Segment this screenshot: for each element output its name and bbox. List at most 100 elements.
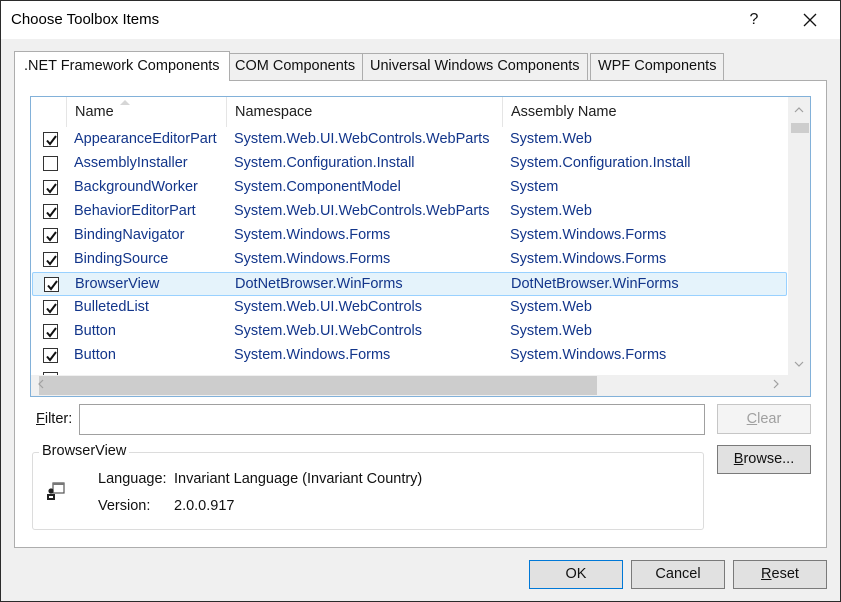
reset-button[interactable]: Reset [733,560,827,589]
chevron-up-icon [794,107,804,113]
dialog-title: Choose Toolbox Items [11,11,160,28]
item-namespace: System.Web.UI.WebControls [234,299,423,315]
list-item[interactable]: AssemblyInstaller System.Configuration.In… [31,152,788,176]
chevron-left-icon [38,379,44,389]
vertical-scroll-thumb[interactable] [791,123,809,133]
list-item[interactable]: BrowserView DotNetBrowser.WinForms DotNetB… [32,272,787,296]
scroll-up-button[interactable] [788,99,810,121]
checkmark-icon [46,327,57,338]
item-assembly: System.Web [510,203,592,219]
choose-toolbox-items-dialog: Choose Toolbox Items ? .NET Framework Co… [0,0,841,602]
checkmark-icon [46,255,57,266]
filter-input[interactable] [79,404,705,435]
list-header: Name Namespace Assembly Name [31,97,788,127]
component-icon [47,482,65,500]
item-assembly: System.Web [510,131,592,147]
item-assembly: System.Windows.Forms [510,227,667,243]
cancel-button[interactable]: Cancel [631,560,725,589]
list-item[interactable]: AppearanceEditorPart System.Web.UI.WebCon… [31,128,788,152]
scroll-right-button[interactable] [766,375,786,396]
item-name: BackgroundWorker [74,179,198,195]
item-name: BulletedList [74,299,149,315]
checkmark-icon [46,231,57,242]
item-namespace: System.Web.UI.WebControls [234,323,423,339]
tab-wpf-components[interactable]: WPF Components [590,53,725,80]
item-assembly: System.Windows.Forms [510,251,667,267]
item-checkbox[interactable] [43,300,58,315]
item-namespace: System.Web.UI.WebControls.WebParts [234,131,490,147]
item-assembly: System.Windows.Forms [510,347,667,363]
title-bar: Choose Toolbox Items ? [1,1,840,39]
tab-universal-windows-components[interactable]: Universal Windows Components [362,53,588,80]
item-checkbox[interactable] [43,180,58,195]
header-checkbox-column [31,97,67,127]
close-icon [803,13,817,27]
item-checkbox[interactable] [43,204,58,219]
clear-button[interactable]: Clear [717,404,811,434]
tab-net-framework-components[interactable]: .NET Framework Components [14,51,230,81]
item-name: BehaviorEditorPart [74,203,196,219]
language-value: Invariant Language (Invariant Country) [174,471,423,487]
list-item[interactable]: Button System.Web.UI.WebControls System.We… [31,320,788,344]
item-namespace: System.ComponentModel [234,179,401,195]
item-checkbox[interactable] [43,252,58,267]
checkmark-icon [46,207,57,218]
scroll-left-button[interactable] [31,375,51,396]
item-assembly: System.Web [510,299,592,315]
item-namespace: System.Windows.Forms [234,347,391,363]
list-item[interactable]: Button System.Windows.Forms System.Windows… [31,344,788,368]
checkmark-icon [46,135,57,146]
item-name: BindingNavigator [74,227,185,243]
vertical-scrollbar[interactable] [788,97,810,375]
language-label: Language: [98,471,167,487]
help-button[interactable]: ? [739,5,769,35]
chevron-right-icon [773,379,779,389]
list-item[interactable]: BulletedList System.Web.UI.WebControls Sys… [31,296,788,320]
ok-button[interactable]: OK [529,560,623,589]
item-assembly: DotNetBrowser.WinForms [511,276,679,292]
checkmark-icon [46,351,57,362]
tab-com-components[interactable]: COM Components [227,53,364,80]
horizontal-scrollbar[interactable] [31,375,788,396]
details-group-title: BrowserView [39,443,130,459]
version-label: Version: [98,498,151,514]
browse-button[interactable]: Browse... [717,445,811,474]
item-name: Button [74,323,116,339]
item-namespace: System.Windows.Forms [234,251,391,267]
item-assembly: System [510,179,559,195]
item-name: AppearanceEditorPart [74,131,217,147]
item-assembly: System.Configuration.Install [510,155,691,171]
item-name: BrowserView [75,276,160,292]
checkmark-icon [46,183,57,194]
list-item[interactable]: BindingSource System.Windows.Forms System.… [31,248,788,272]
sort-ascending-icon [119,99,130,105]
item-checkbox[interactable] [43,132,58,147]
item-checkbox[interactable] [44,277,59,292]
header-namespace[interactable]: Namespace [227,97,503,127]
list-item[interactable]: BackgroundWorker System.ComponentModel Sys… [31,176,788,200]
chevron-down-icon [794,361,804,367]
list-item[interactable]: BindingNavigator System.Windows.Forms Syst… [31,224,788,248]
item-checkbox[interactable] [43,348,58,363]
header-assembly-name[interactable]: Assembly Name [503,97,788,127]
close-button[interactable] [793,5,827,35]
item-name: BindingSource [74,251,169,267]
list-item[interactable]: BehaviorEditorPart System.Web.UI.WebContr… [31,200,788,224]
horizontal-scroll-thumb[interactable] [39,376,597,395]
item-namespace: DotNetBrowser.WinForms [235,276,403,292]
component-details-group [32,452,704,530]
checkmark-icon [46,303,57,314]
item-namespace: System.Configuration.Install [234,155,415,171]
item-namespace: System.Web.UI.WebControls.WebParts [234,203,490,219]
item-checkbox[interactable] [43,324,58,339]
item-namespace: System.Windows.Forms [234,227,391,243]
checkmark-icon [47,280,58,291]
version-value: 2.0.0.917 [174,498,235,514]
item-name: AssemblyInstaller [74,155,188,171]
filter-label: Filter: [36,411,73,427]
header-name[interactable]: Name [67,97,227,127]
scroll-down-button[interactable] [788,353,810,375]
item-checkbox[interactable] [43,156,58,171]
components-list[interactable]: Name Namespace Assembly Name AppearanceE… [30,96,811,397]
item-checkbox[interactable] [43,228,58,243]
